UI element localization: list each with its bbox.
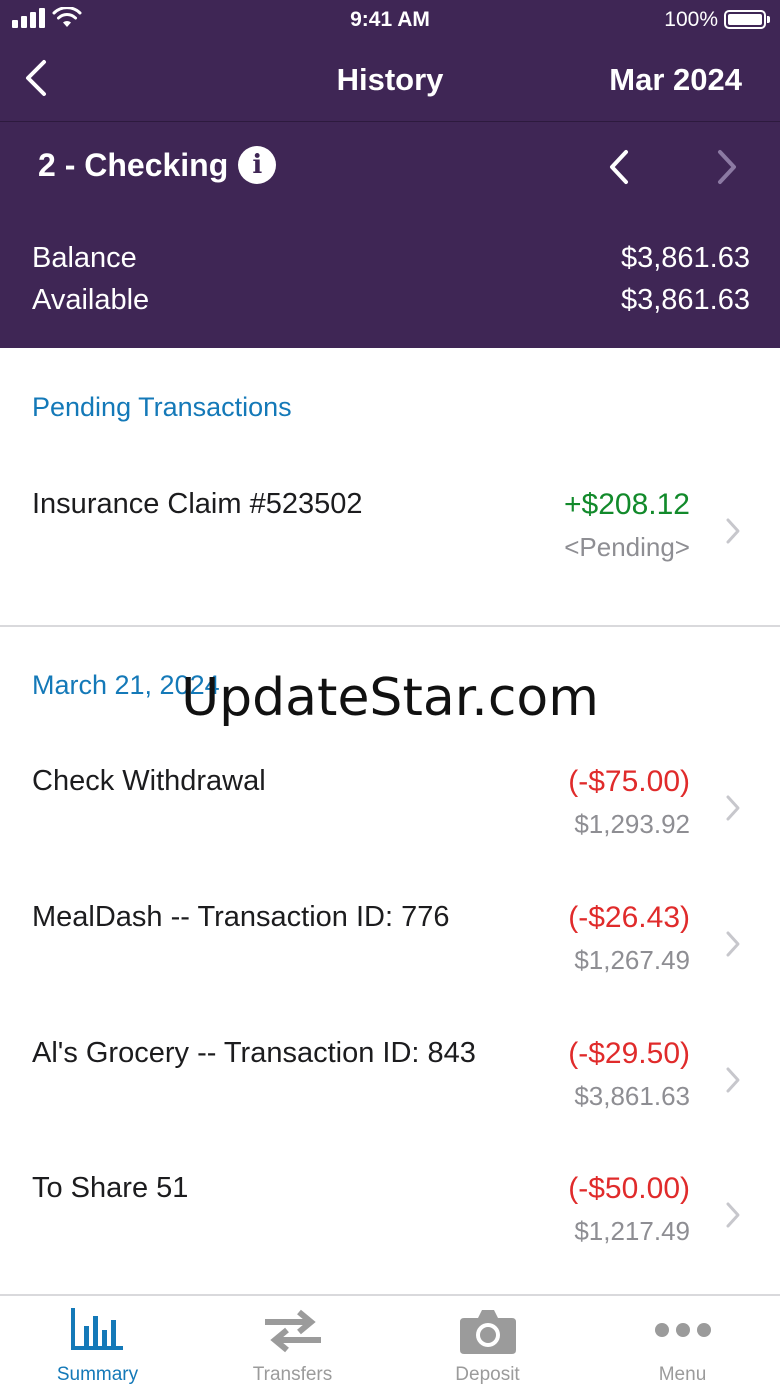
info-icon[interactable]: i — [238, 146, 277, 184]
chevron-right-icon — [726, 1067, 740, 1093]
battery-icon — [724, 10, 770, 29]
available-value: $3,861.63 — [620, 284, 750, 316]
status-bar: 9:41 AM 100% — [0, 0, 780, 44]
more-dots-icon — [654, 1323, 711, 1337]
balance-label: Balance — [32, 242, 137, 274]
transaction-row[interactable]: Al's Grocery -- Transaction ID: 843 (-$2… — [0, 1037, 780, 1147]
transaction-amount: (-$26.43) — [568, 901, 690, 934]
transaction-description: To Share 51 — [32, 1172, 189, 1204]
chevron-right-icon — [726, 795, 740, 821]
chevron-right-icon — [726, 931, 740, 957]
transaction-row[interactable]: To Share 51 (-$50.00) $1,217.49 — [0, 1172, 780, 1282]
section-divider — [0, 625, 780, 627]
tab-menu[interactable]: Menu — [585, 1296, 780, 1387]
chevron-right-icon — [726, 1202, 740, 1228]
transaction-description: MealDash -- Transaction ID: 776 — [32, 901, 450, 933]
next-account-chevron-icon[interactable] — [712, 148, 742, 186]
tab-summary[interactable]: Summary — [0, 1296, 195, 1387]
transaction-amount: (-$50.00) — [568, 1172, 690, 1205]
pending-section-title: Pending Transactions — [32, 392, 292, 422]
running-balance: $1,267.49 — [574, 945, 690, 975]
chevron-right-icon — [726, 518, 740, 544]
pending-status: <Pending> — [564, 532, 690, 562]
date-header: March 21, 2024 — [32, 670, 220, 700]
tab-label: Menu — [658, 1364, 707, 1385]
navigation-bar: History Mar 2024 — [0, 44, 780, 122]
balance-value: $3,861.63 — [620, 242, 750, 274]
tab-label: Deposit — [455, 1364, 520, 1385]
battery-percentage: 100% — [664, 8, 718, 31]
period-selector[interactable]: Mar 2024 — [609, 62, 742, 98]
tab-transfers[interactable]: Transfers — [195, 1296, 390, 1387]
transaction-row[interactable]: Check Withdrawal (-$75.00) $1,293.92 — [0, 765, 780, 875]
tab-deposit[interactable]: Deposit — [390, 1296, 585, 1387]
transaction-description: Insurance Claim #523502 — [32, 488, 363, 520]
available-row: Available $3,861.63 — [32, 284, 750, 317]
camera-icon — [459, 1310, 516, 1354]
transaction-description: Check Withdrawal — [32, 765, 266, 797]
transaction-description: Al's Grocery -- Transaction ID: 843 — [32, 1037, 476, 1069]
running-balance: $3,861.63 — [574, 1081, 690, 1111]
account-name: 2 - Checking — [38, 146, 229, 183]
tab-label: Summary — [56, 1364, 139, 1385]
tab-label: Transfers — [252, 1364, 333, 1385]
bar-chart-icon — [70, 1308, 123, 1350]
transaction-amount: (-$75.00) — [568, 765, 690, 798]
running-balance: $1,293.92 — [574, 809, 690, 839]
transfer-arrows-icon — [264, 1309, 321, 1353]
tab-bar: Summary Transfers Deposit Menu — [0, 1294, 780, 1387]
transaction-amount: +$208.12 — [564, 488, 690, 521]
previous-account-chevron-icon[interactable] — [604, 148, 634, 186]
pending-transaction-row[interactable]: Insurance Claim #523502 +$208.12 <Pendin… — [0, 488, 780, 598]
status-time: 9:41 AM — [350, 8, 430, 31]
transaction-amount: (-$29.50) — [568, 1037, 690, 1070]
available-label: Available — [32, 284, 150, 316]
transaction-row[interactable]: MealDash -- Transaction ID: 776 (-$26.43… — [0, 901, 780, 1011]
balance-row: Balance $3,861.63 — [32, 242, 750, 275]
account-name-row: 2 - Checking i — [38, 146, 277, 184]
running-balance: $1,217.49 — [574, 1216, 690, 1246]
account-header: 2 - Checking i Balance $3,861.63 Availab… — [0, 122, 780, 348]
